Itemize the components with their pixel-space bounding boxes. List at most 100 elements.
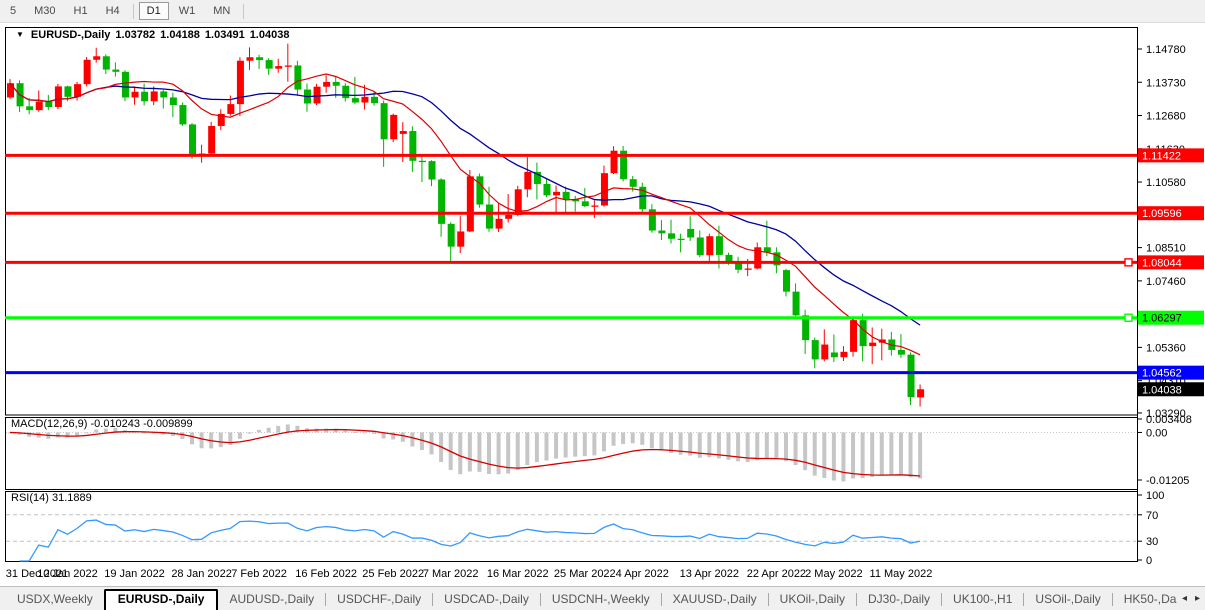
tab-scroll-right-icon[interactable]: ▸	[1195, 593, 1200, 604]
candle-body	[419, 161, 426, 162]
candle-body	[687, 229, 694, 238]
candle-body	[390, 115, 397, 139]
timeframe-button-h1[interactable]: H1	[66, 2, 96, 20]
candle-body	[917, 389, 924, 397]
tab-eurusd-daily[interactable]: EURUSD-,Daily	[104, 589, 219, 610]
level-line-handle[interactable]	[1125, 259, 1132, 266]
timeframe-button-w1[interactable]: W1	[171, 2, 204, 20]
candle-body	[706, 236, 713, 255]
date-label: 11 May 2022	[870, 568, 933, 580]
macd-bar	[56, 432, 60, 437]
timeframe-button-m30[interactable]: M30	[26, 2, 63, 20]
rsi-axis-label: 70	[1146, 510, 1158, 522]
rsi-name: RSI(14)	[11, 492, 49, 504]
candle-body	[505, 215, 512, 219]
candle-body	[275, 66, 282, 69]
timeframe-button-h4[interactable]: H4	[98, 2, 128, 20]
candle-body	[122, 72, 129, 98]
macd-bar	[870, 432, 874, 477]
macd-bar	[784, 432, 788, 461]
rsi-axis-label: 100	[1146, 490, 1164, 502]
candle-body	[716, 236, 723, 255]
candle-body	[179, 105, 186, 124]
macd-bar	[612, 432, 616, 445]
candle-body	[869, 343, 876, 346]
price-level-badge-text: 1.04038	[1142, 384, 1182, 396]
candle-body	[697, 237, 704, 255]
chart-window[interactable]: 1.147801.137301.126801.116301.105801.085…	[5, 25, 1205, 586]
macd-bar	[889, 432, 893, 474]
macd-bar	[554, 432, 558, 458]
macd-bar	[765, 432, 769, 458]
macd-bar	[362, 432, 366, 433]
macd-bar	[94, 430, 98, 433]
macd-axis-label: -0.01205	[1146, 475, 1189, 487]
macd-bar	[468, 432, 472, 471]
candle-body	[591, 205, 598, 206]
macd-bar	[200, 432, 204, 448]
candle-body	[371, 97, 378, 103]
candle-body	[400, 131, 407, 134]
timeframe-button-d1[interactable]: D1	[139, 2, 169, 20]
timeframe-button-5[interactable]: 5	[2, 2, 24, 20]
macd-bar	[851, 432, 855, 478]
candle-body	[227, 104, 234, 114]
macd-bar	[650, 432, 654, 448]
tab-audusd-daily[interactable]: AUDUSD-,Daily	[218, 589, 325, 610]
tab-ukoil-daily[interactable]: UKOil-,Daily	[769, 589, 856, 610]
tab-usdcad-daily[interactable]: USDCAD-,Daily	[433, 589, 540, 610]
candle-body	[26, 106, 33, 110]
candle-body	[543, 184, 550, 195]
symbol-tab-bar: USDX,WeeklyEURUSD-,DailyAUDUSD-,DailyUSD…	[0, 586, 1205, 610]
date-label: 2 May 2022	[805, 568, 862, 580]
macd-name: MACD(12,26,9)	[11, 418, 87, 430]
candle-body	[476, 176, 483, 204]
tab-usdcnh-weekly[interactable]: USDCNH-,Weekly	[541, 589, 661, 610]
candle-body	[496, 219, 503, 229]
candle-body	[74, 84, 81, 97]
tab-uk100-h1[interactable]: UK100-,H1	[942, 589, 1023, 610]
candle-body	[831, 352, 838, 357]
macd-bar	[276, 426, 280, 433]
price-level-badge-text: 1.11422	[1142, 150, 1181, 162]
chart-title: ▼EURUSD-,Daily1.037821.041881.034911.040…	[16, 29, 289, 41]
macd-bar	[180, 432, 184, 439]
candle-body	[783, 270, 790, 292]
candle-body	[850, 320, 857, 352]
macd-indicator-label: MACD(12,26,9) -0.010243 -0.009899	[11, 418, 193, 430]
candle-body	[112, 70, 119, 72]
timeframe-button-mn[interactable]: MN	[205, 2, 238, 20]
candle-body	[352, 98, 359, 102]
macd-bar	[880, 432, 884, 475]
level-line-handle[interactable]	[1125, 314, 1132, 321]
tab-xauusd-daily[interactable]: XAUUSD-,Daily	[662, 589, 768, 610]
date-label: 13 Apr 2022	[680, 568, 739, 580]
time-axis[interactable]: 31 Dec 202110 Jan 202219 Jan 202228 Jan …	[6, 568, 933, 580]
toolbar-separator	[133, 4, 134, 19]
macd-bar	[410, 432, 414, 446]
tab-dj30-daily[interactable]: DJ30-,Daily	[857, 589, 941, 610]
price-chart-canvas[interactable]: 1.147801.137301.126801.116301.105801.085…	[5, 25, 1205, 586]
candle-body	[438, 180, 445, 224]
candle-body	[7, 83, 14, 97]
candle-body	[457, 231, 464, 246]
macd-bar	[487, 432, 491, 474]
candle-body	[208, 126, 215, 154]
macd-bar	[813, 432, 817, 475]
candle-body	[141, 92, 148, 102]
tab-usoil-daily[interactable]: USOil-,Daily	[1024, 589, 1111, 610]
rsi-axis-label: 0	[1146, 555, 1152, 567]
candle-body	[36, 102, 43, 111]
tab-scroll-controls: ◂ ▸	[1177, 587, 1205, 610]
tab-usdx-weekly[interactable]: USDX,Weekly	[6, 589, 104, 610]
chevron-down-icon[interactable]: ▼	[16, 30, 24, 39]
ohlc-high: 1.04188	[160, 29, 200, 41]
macd-bar	[248, 432, 252, 433]
date-label: 7 Feb 2022	[231, 568, 287, 580]
tab-usdchf-daily[interactable]: USDCHF-,Daily	[326, 589, 432, 610]
tab-scroll-left-icon[interactable]: ◂	[1182, 593, 1187, 604]
macd-bar	[861, 432, 865, 478]
price-level-badge-text: 1.04562	[1142, 368, 1182, 380]
price-axis[interactable]: 1.147801.137301.126801.116301.105801.085…	[1137, 27, 1204, 567]
candle-body	[678, 239, 685, 240]
